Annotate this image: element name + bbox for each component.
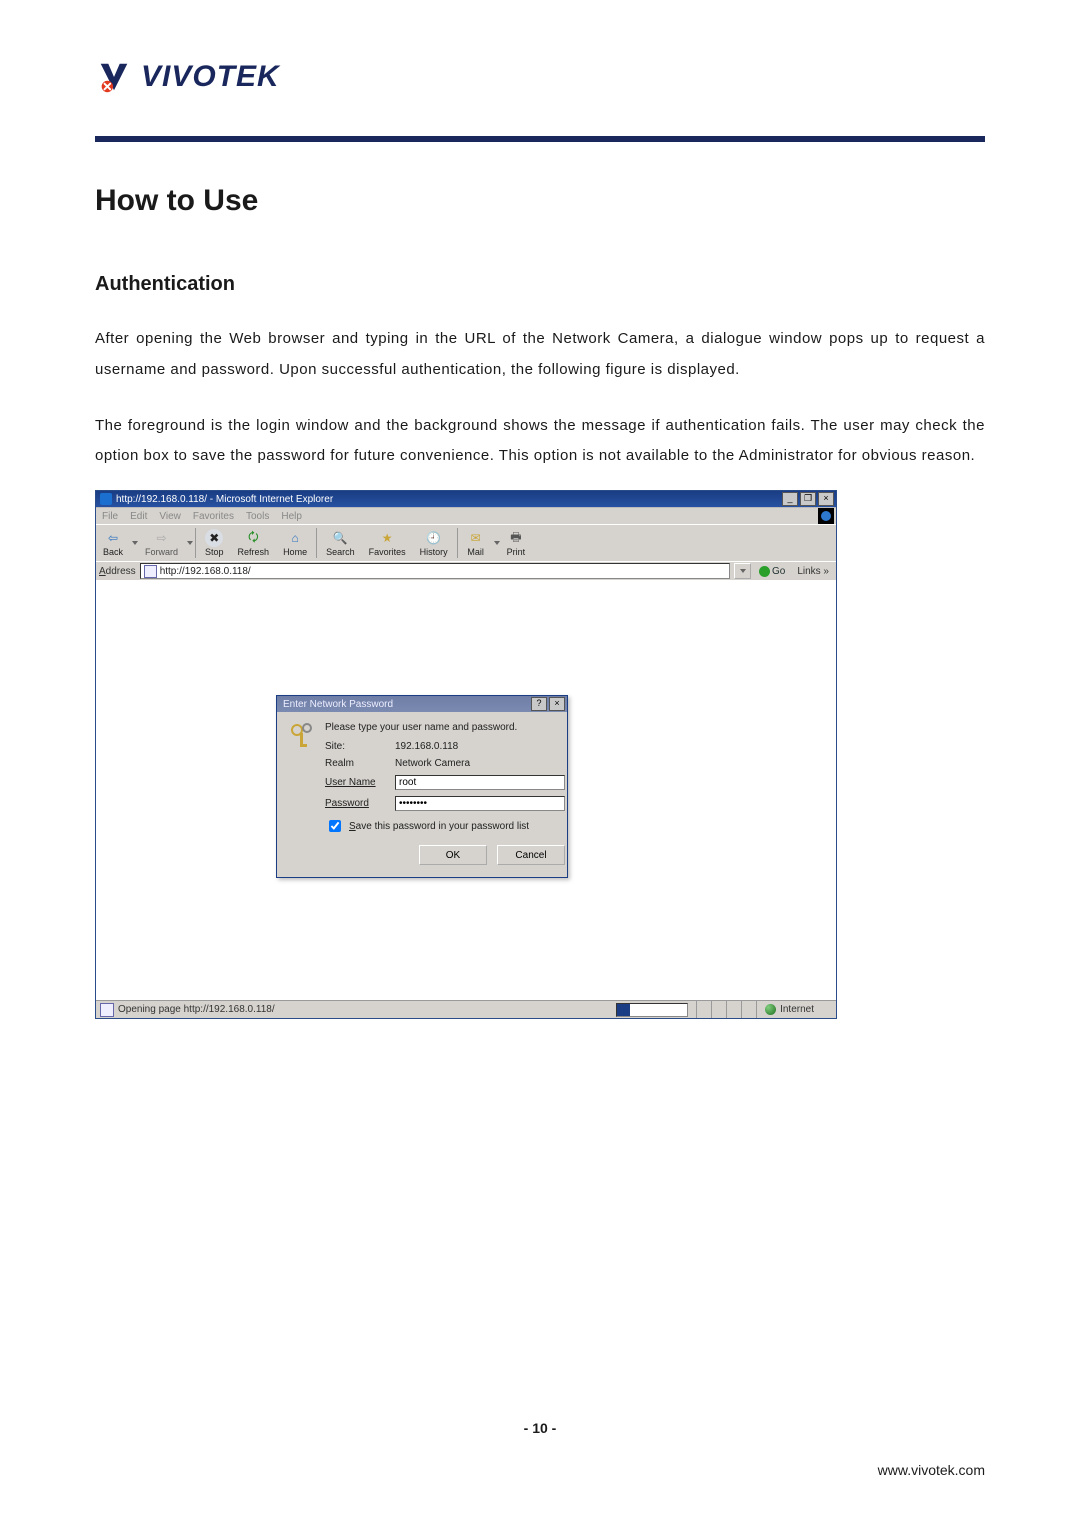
links-button[interactable]: Links » (793, 566, 833, 577)
chevron-down-icon[interactable] (187, 541, 193, 545)
menu-view[interactable]: View (159, 511, 181, 522)
nav-home-label: Home (283, 547, 307, 557)
nav-mail-label: Mail (467, 547, 484, 557)
dialog-help-button[interactable]: ? (531, 697, 547, 711)
ie-throbber-icon (818, 508, 834, 524)
nav-favorites-label: Favorites (369, 547, 406, 557)
nav-stop-button[interactable]: ✖ Stop (198, 525, 231, 561)
dialog-titlebar: Enter Network Password ? × (277, 696, 567, 712)
page-number: - 10 - (0, 1420, 1080, 1436)
brand-logo: VIVOTEK (95, 58, 985, 96)
home-icon: ⌂ (286, 529, 304, 547)
menu-file[interactable]: File (102, 511, 118, 522)
internet-zone-icon (765, 1004, 776, 1015)
site-label: Site: (325, 741, 395, 752)
mail-icon: ✉ (467, 529, 485, 547)
back-arrow-icon: ⇦ (104, 529, 122, 547)
auth-dialog: Enter Network Password ? × Please type y… (276, 695, 568, 878)
password-input[interactable] (395, 796, 565, 811)
go-label: Go (772, 566, 785, 577)
window-titlebar: http://192.168.0.118/ - Microsoft Intern… (96, 491, 836, 507)
cancel-button[interactable]: Cancel (497, 845, 565, 865)
nav-forward-label: Forward (145, 547, 178, 557)
nav-mail-button[interactable]: ✉ Mail (460, 525, 492, 561)
menubar: File Edit View Favorites Tools Help (96, 507, 836, 524)
go-icon (759, 566, 770, 577)
username-input[interactable] (395, 775, 565, 790)
section-title: Authentication (95, 273, 985, 296)
refresh-icon: 🗘 (244, 529, 262, 547)
menu-favorites[interactable]: Favorites (193, 511, 234, 522)
page-icon (144, 565, 157, 578)
toolbar-separator (457, 528, 458, 558)
window-close-button[interactable]: × (818, 492, 834, 506)
realm-value: Network Camera (395, 758, 470, 769)
save-password-checkbox[interactable] (329, 820, 341, 832)
section-paragraph-1: After opening the Web browser and typing… (95, 324, 985, 386)
chevron-down-icon (740, 569, 746, 573)
print-icon: 🖶 (507, 529, 525, 547)
address-label: Address (99, 566, 136, 577)
dialog-title: Enter Network Password (283, 699, 393, 710)
toolbar-separator (316, 528, 317, 558)
nav-print-button[interactable]: 🖶 Print (500, 525, 533, 561)
nav-forward-button[interactable]: ⇨ Forward (138, 525, 185, 561)
nav-search-label: Search (326, 547, 355, 557)
ie-window: http://192.168.0.118/ - Microsoft Intern… (95, 490, 837, 1019)
nav-refresh-label: Refresh (238, 547, 270, 557)
dialog-close-button[interactable]: × (549, 697, 565, 711)
username-label: User Name (325, 777, 395, 788)
save-password-option[interactable]: Save this password in your password list (325, 817, 565, 835)
window-minimize-button[interactable]: _ (782, 492, 798, 506)
menu-help[interactable]: Help (281, 511, 302, 522)
nav-refresh-button[interactable]: 🗘 Refresh (231, 525, 277, 561)
address-dropdown-button[interactable] (734, 563, 751, 579)
nav-search-button[interactable]: 🔍 Search (319, 525, 362, 561)
security-zone: Internet (756, 1001, 836, 1018)
window-restore-button[interactable]: ❐ (800, 492, 816, 506)
nav-back-label: Back (103, 547, 123, 557)
save-password-label: Save this password in your password list (349, 821, 529, 832)
address-bar: Address http://192.168.0.118/ Go Links » (96, 561, 836, 580)
vivotek-mark-icon (95, 58, 133, 96)
stop-icon: ✖ (205, 529, 223, 547)
keys-icon (289, 722, 315, 752)
page-icon (100, 1003, 114, 1017)
favorites-icon: ★ (378, 529, 396, 547)
nav-print-label: Print (507, 547, 526, 557)
ie-logo-icon (100, 493, 112, 505)
ok-button[interactable]: OK (419, 845, 487, 865)
section-paragraph-2: The foreground is the login window and t… (95, 411, 985, 473)
footer-url: www.vivotek.com (878, 1462, 985, 1478)
dialog-prompt: Please type your user name and password. (325, 722, 565, 733)
address-value: http://192.168.0.118/ (160, 566, 251, 577)
header-divider (95, 136, 985, 142)
search-icon: 🔍 (331, 529, 349, 547)
realm-label: Realm (325, 758, 395, 769)
nav-home-button[interactable]: ⌂ Home (276, 525, 314, 561)
nav-history-button[interactable]: 🕘 History (413, 525, 455, 561)
status-text: Opening page http://192.168.0.118/ (118, 1004, 616, 1015)
progress-bar (616, 1003, 688, 1017)
password-label: Password (325, 798, 395, 809)
history-icon: 🕘 (425, 529, 443, 547)
forward-arrow-icon: ⇨ (153, 529, 171, 547)
page-viewport: Enter Network Password ? × Please type y… (96, 580, 836, 1000)
nav-back-button[interactable]: ⇦ Back (96, 525, 130, 561)
window-title: http://192.168.0.118/ - Microsoft Intern… (116, 494, 333, 505)
menu-tools[interactable]: Tools (246, 511, 269, 522)
menu-edit[interactable]: Edit (130, 511, 147, 522)
page-title: How to Use (95, 184, 985, 218)
nav-favorites-button[interactable]: ★ Favorites (362, 525, 413, 561)
nav-stop-label: Stop (205, 547, 224, 557)
address-field[interactable]: http://192.168.0.118/ (140, 563, 730, 579)
status-bar: Opening page http://192.168.0.118/ Inter… (96, 1000, 836, 1018)
site-value: 192.168.0.118 (395, 741, 458, 752)
toolbar: ⇦ Back ⇨ Forward ✖ Stop 🗘 Refresh ⌂ Home (96, 524, 836, 561)
brand-name: VIVOTEK (141, 60, 280, 94)
zone-label: Internet (780, 1004, 814, 1015)
nav-history-label: History (420, 547, 448, 557)
go-button[interactable]: Go (755, 566, 789, 577)
toolbar-separator (195, 528, 196, 558)
